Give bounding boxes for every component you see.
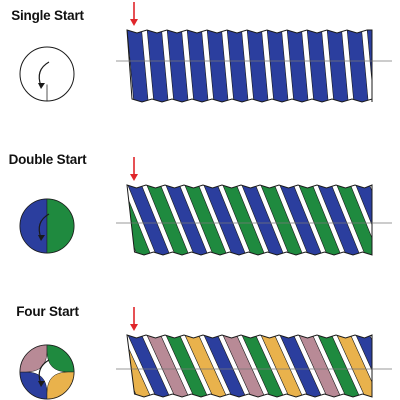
double-end-view-segment — [46, 198, 75, 254]
double-thread-stripe — [70, 183, 114, 257]
four-thread-stripe — [70, 333, 114, 399]
single-thread-stripe — [127, 30, 129, 102]
four-thread-stripe — [127, 335, 134, 397]
four-thread-stripe — [393, 333, 400, 399]
double-thread-body — [70, 183, 400, 257]
single-thread-stripe — [87, 28, 108, 104]
four-end-view — [19, 344, 75, 400]
four-thread-stripe — [374, 333, 400, 399]
double-thread-stripe — [393, 183, 400, 257]
double-start-arrow-head — [130, 174, 138, 181]
single-end-view — [19, 46, 75, 102]
single-thread-stripe — [387, 28, 400, 104]
double-end-view-segment — [19, 198, 48, 254]
single-start-arrow-head — [130, 19, 138, 26]
double-end-view — [19, 198, 75, 254]
four-thread-body — [70, 333, 400, 399]
single-screw-group — [19, 2, 400, 104]
double-screw-group — [19, 157, 400, 257]
four-start-arrow-head — [130, 324, 138, 331]
double-thread-stripe — [127, 185, 134, 255]
double-thread-stripe — [374, 183, 400, 257]
single-thread-body — [87, 28, 400, 104]
thread-diagram — [19, 2, 400, 400]
four-screw-group — [19, 307, 400, 400]
